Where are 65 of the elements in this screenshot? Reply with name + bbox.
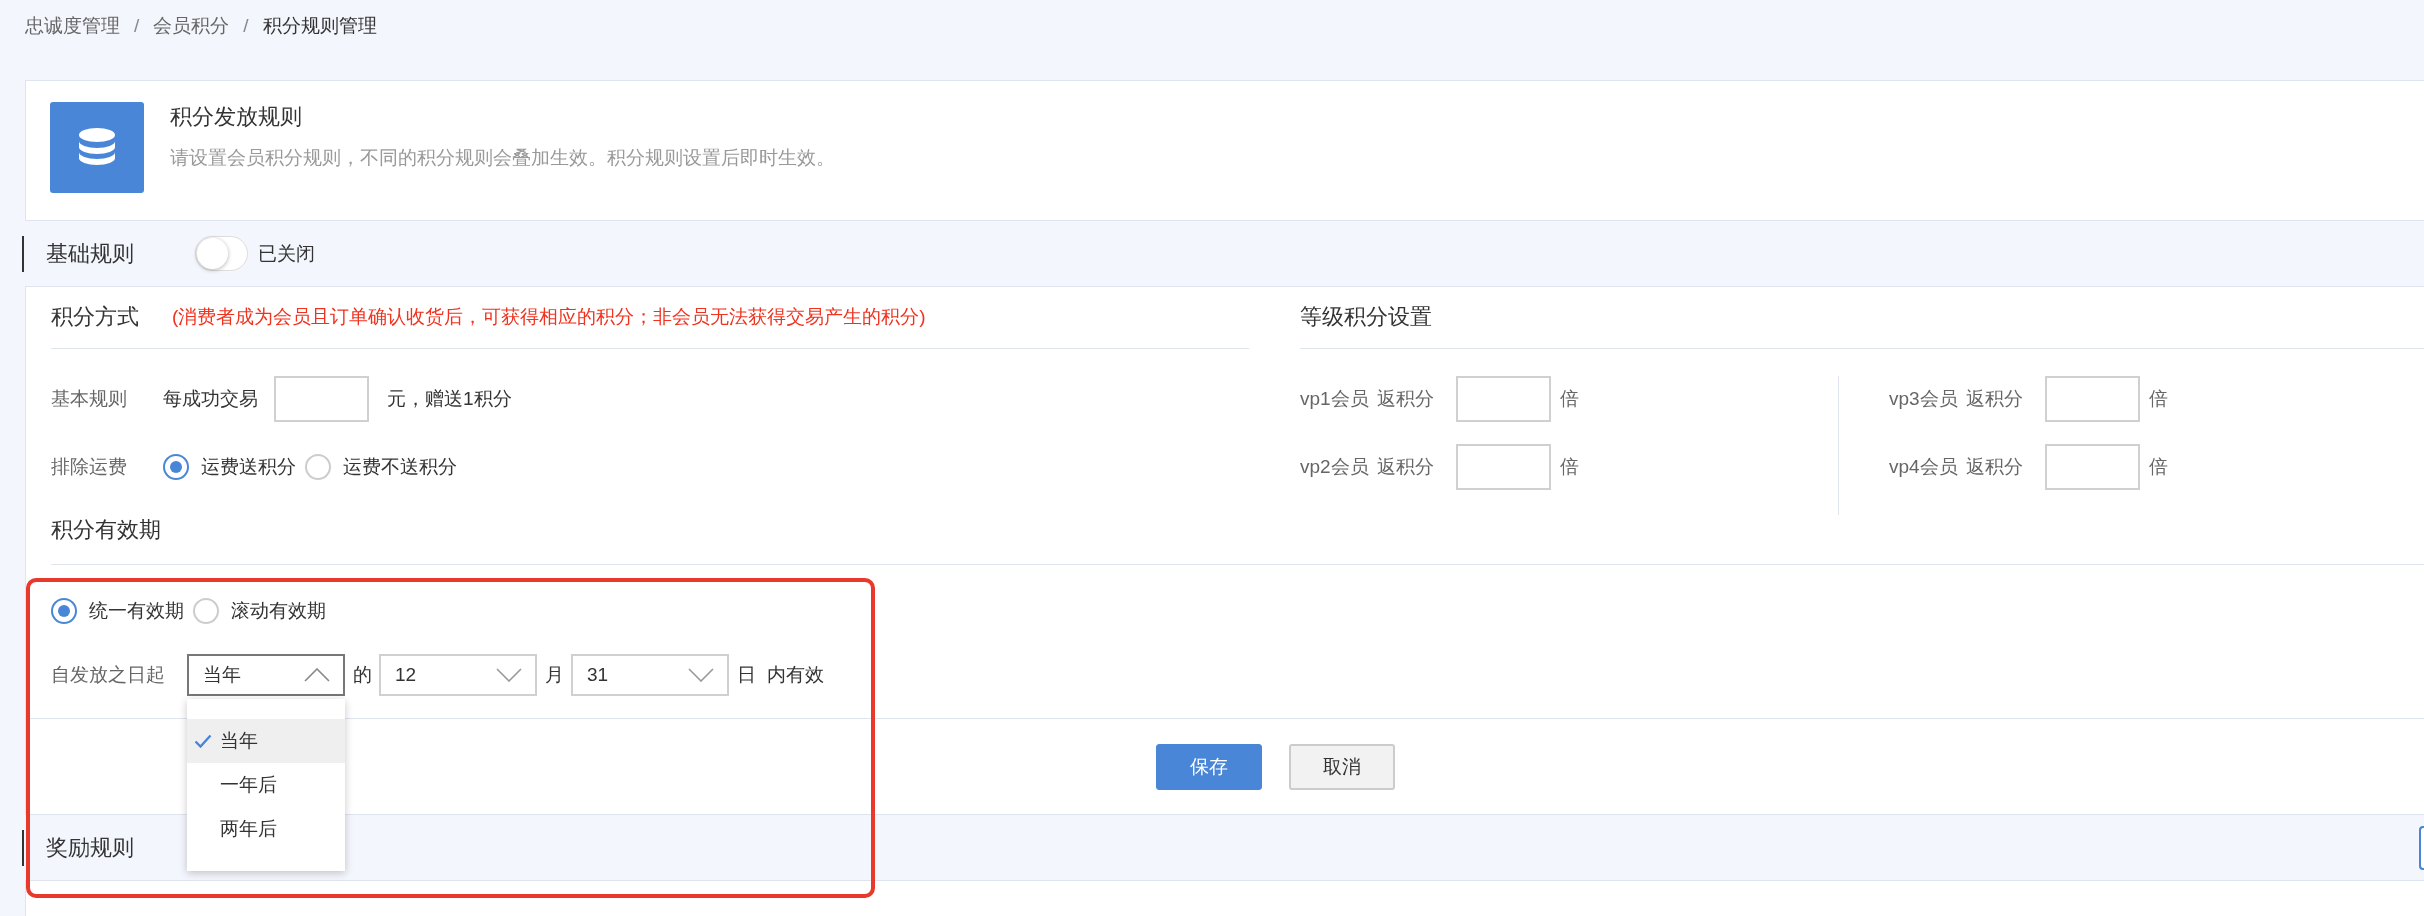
field-text: 月	[545, 663, 564, 687]
input-field[interactable]	[1456, 376, 1551, 422]
breadcrumb-separator: /	[243, 15, 249, 37]
radio-button[interactable]	[193, 598, 219, 624]
member-level-label: vp2会员	[1300, 455, 1370, 479]
field-text: 内有效	[767, 663, 824, 687]
breadcrumb-separator: /	[134, 15, 140, 37]
select-field[interactable]: 当年	[187, 654, 345, 696]
breadcrumb-item: 积分规则管理	[262, 14, 377, 38]
partial-button[interactable]	[2419, 825, 2424, 870]
radio-label[interactable]: 统一有效期	[89, 598, 184, 624]
card-title: 积分发放规则	[170, 103, 303, 131]
radio-label[interactable]: 滚动有效期	[231, 598, 326, 624]
section-title: 等级积分设置	[1300, 303, 1432, 331]
field-label: 返积分	[1377, 455, 1435, 479]
unit-text: 倍	[1560, 455, 1579, 479]
unit-text: 倍	[1560, 387, 1579, 411]
cancel-button[interactable]: 取消	[1289, 743, 1395, 790]
input-field[interactable]	[1456, 444, 1551, 490]
section-accent-bar	[22, 235, 24, 272]
save-button[interactable]: 保存	[1156, 743, 1262, 790]
dropdown-option[interactable]: 当年	[187, 719, 345, 763]
field-text: 日	[737, 663, 756, 687]
input-field[interactable]	[2045, 444, 2140, 490]
caret-down-icon	[688, 668, 714, 682]
field-text: 每成功交易	[163, 387, 258, 411]
field-text: 的	[353, 663, 372, 687]
checkmark-icon	[194, 734, 212, 748]
note-text: (消费者成为会员且订单确认收货后，可获得相应的积分；非会员无法获得交易产生的积分)	[172, 305, 926, 329]
section-title: 奖励规则	[46, 833, 134, 862]
field-label: 返积分	[1966, 387, 2024, 411]
unit-text: 倍	[2149, 455, 2168, 479]
field-label: 返积分	[1377, 387, 1435, 411]
member-level-label: vp4会员	[1889, 455, 1959, 479]
field-label: 返积分	[1966, 455, 2024, 479]
caret-up-icon	[304, 668, 330, 682]
database-icon	[50, 102, 144, 193]
radio-button[interactable]	[305, 454, 331, 480]
toggle-label: 已关闭	[258, 241, 315, 266]
radio-label[interactable]: 运费不送积分	[343, 454, 457, 480]
toggle-switch[interactable]	[195, 236, 248, 271]
dropdown-option[interactable]: 两年后	[187, 807, 345, 851]
unit-text: 倍	[2149, 387, 2168, 411]
section-title: 积分有效期	[51, 516, 161, 544]
caret-down-icon	[496, 668, 522, 682]
section-title: 积分方式	[51, 303, 139, 331]
field-text: 元，赠送1积分	[387, 387, 512, 411]
input-field[interactable]	[2045, 376, 2140, 422]
field-label: 基本规则	[51, 387, 128, 411]
member-level-label: vp1会员	[1300, 387, 1370, 411]
radio-button[interactable]	[51, 598, 77, 624]
member-level-label: vp3会员	[1889, 387, 1959, 411]
dropdown-option[interactable]: 一年后	[187, 763, 345, 807]
breadcrumb-item[interactable]: 会员积分	[153, 13, 230, 39]
radio-button[interactable]	[163, 454, 189, 480]
select-field[interactable]: 12	[379, 654, 537, 696]
select-field[interactable]: 31	[571, 654, 729, 696]
card-description: 请设置会员积分规则，不同的积分规则会叠加生效。积分规则设置后即时生效。	[170, 146, 835, 170]
section-accent-bar	[22, 829, 24, 866]
input-field[interactable]	[274, 376, 369, 422]
field-label: 排除运费	[51, 455, 128, 479]
section-title: 基础规则	[46, 239, 134, 268]
field-label: 自发放之日起	[51, 663, 166, 687]
breadcrumb-item[interactable]: 忠诚度管理	[25, 13, 120, 39]
radio-label[interactable]: 运费送积分	[201, 454, 296, 480]
